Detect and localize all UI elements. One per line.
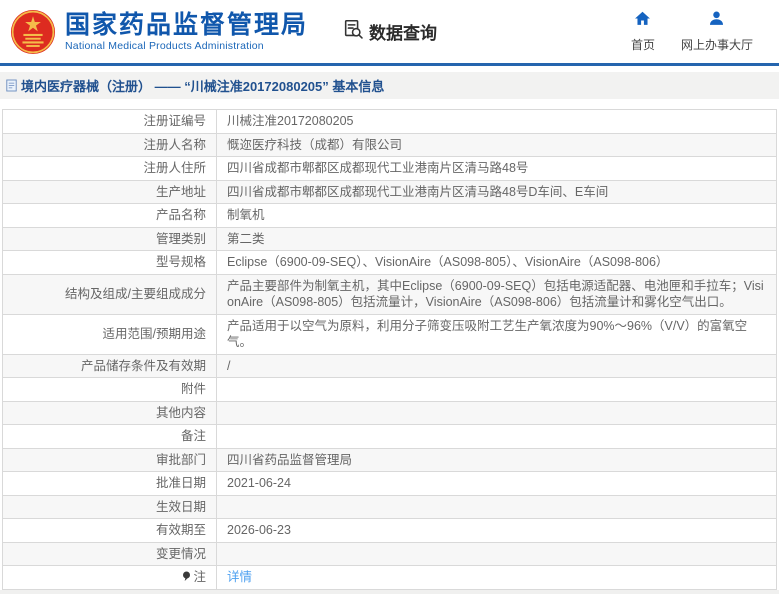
row-value: 2021-06-24 bbox=[216, 471, 777, 496]
table-row: 附件 bbox=[2, 377, 777, 402]
row-label: 审批部门 bbox=[2, 447, 217, 472]
page-title-bar: 境内医疗器械（注册） —— “川械注准20172080205” 基本信息 bbox=[0, 72, 779, 99]
nav-online-hall-label: 网上办事大厅 bbox=[680, 38, 753, 52]
row-value: 四川省成都市郫都区成都现代工业港南片区清马路48号D车间、E车间 bbox=[216, 179, 777, 204]
org-text: 国家药品监督管理局 National Medical Products Admi… bbox=[65, 10, 309, 52]
table-row: 注册证编号 川械注准20172080205 bbox=[2, 109, 777, 134]
row-label: 生效日期 bbox=[2, 494, 217, 519]
row-value bbox=[216, 424, 777, 449]
page: 国家药品监督管理局 National Medical Products Admi… bbox=[0, 0, 779, 594]
row-label: 备注 bbox=[2, 424, 217, 449]
page-title: 境内医疗器械（注册） —— “川械注准20172080205” 基本信息 bbox=[21, 79, 385, 94]
data-query-label: 数据查询 bbox=[369, 24, 438, 43]
row-value: 详情 bbox=[216, 565, 777, 590]
table-row: 注册人住所 四川省成都市郫都区成都现代工业港南片区清马路48号 bbox=[2, 156, 777, 181]
org-title: 国家药品监督管理局 bbox=[65, 10, 309, 39]
home-icon bbox=[634, 10, 651, 32]
row-label: 管理类别 bbox=[2, 226, 217, 251]
row-label: 其他内容 bbox=[2, 400, 217, 425]
registration-info-table: 注册证编号 川械注准20172080205 注册人名称 慨迩医疗科技（成都）有限公司注… bbox=[2, 109, 777, 590]
table-row: 产品名称 制氧机 bbox=[2, 203, 777, 228]
document-search-icon bbox=[342, 18, 364, 45]
table-row: 注册人名称 慨迩医疗科技（成都）有限公司 bbox=[2, 132, 777, 157]
row-label: 有效期至 bbox=[2, 518, 217, 543]
page-bottom-strip bbox=[0, 589, 779, 594]
nav-online-hall[interactable]: 网上办事大厅 bbox=[681, 10, 753, 53]
table-row: 审批部门 四川省药品监督管理局 bbox=[2, 447, 777, 472]
row-value: 产品适用于以空气为原料，利用分子筛变压吸附工艺生产氧浓度为90%～96%（V/V… bbox=[216, 313, 777, 355]
row-label: 注 bbox=[2, 565, 217, 590]
row-value: 川械注准20172080205 bbox=[216, 109, 777, 134]
row-value: 四川省成都市郫都区成都现代工业港南片区清马路48号 bbox=[216, 156, 777, 181]
row-label: 型号规格 bbox=[2, 250, 217, 275]
row-value: 四川省药品监督管理局 bbox=[216, 447, 777, 472]
details-link[interactable]: 详情 bbox=[227, 570, 252, 584]
row-label: 注册人名称 bbox=[2, 132, 217, 157]
table-row: 型号规格 Eclipse（6900-09-SEQ）、VisionAire（AS09… bbox=[2, 250, 777, 275]
document-icon bbox=[6, 79, 17, 92]
table-row: 变更情况 bbox=[2, 541, 777, 566]
row-label: 产品名称 bbox=[2, 203, 217, 228]
row-value bbox=[216, 494, 777, 519]
table-row: 注 详情 bbox=[2, 565, 777, 590]
row-value bbox=[216, 541, 777, 566]
table-row: 备注 bbox=[2, 424, 777, 449]
site-logo: 国家药品监督管理局 National Medical Products Admi… bbox=[10, 9, 308, 55]
table-row: 有效期至 2026-06-23 bbox=[2, 518, 777, 543]
table-row: 产品储存条件及有效期 / bbox=[2, 353, 777, 378]
row-label-text: 注 bbox=[193, 570, 206, 584]
table-row: 批准日期 2021-06-24 bbox=[2, 471, 777, 496]
org-subtitle: National Medical Products Administration bbox=[65, 39, 264, 52]
row-label: 附件 bbox=[2, 377, 217, 402]
row-label: 变更情况 bbox=[2, 541, 217, 566]
nav-home[interactable]: 首页 bbox=[631, 10, 655, 53]
row-value: 2026-06-23 bbox=[216, 518, 777, 543]
info-table-body: 注册证编号 川械注准20172080205 注册人名称 慨迩医疗科技（成都）有限公司注… bbox=[2, 109, 777, 590]
row-label: 批准日期 bbox=[2, 471, 217, 496]
table-row: 管理类别 第二类 bbox=[2, 226, 777, 251]
row-label: 结构及组成/主要组成成分 bbox=[2, 273, 217, 315]
table-row: 适用范围/预期用途 产品适用于以空气为原料，利用分子筛变压吸附工艺生产氧浓度为90… bbox=[2, 313, 777, 355]
top-navigation: 首页 网上办事大厅 bbox=[631, 10, 767, 53]
site-header: 国家药品监督管理局 National Medical Products Admi… bbox=[0, 0, 779, 63]
table-row: 生效日期 bbox=[2, 494, 777, 519]
row-label: 注册人住所 bbox=[2, 156, 217, 181]
row-value bbox=[216, 377, 777, 402]
row-value: 产品主要部件为制氧主机，其中Eclipse（6900-09-SEQ）包括电源适配… bbox=[216, 273, 777, 315]
table-row: 生产地址 四川省成都市郫都区成都现代工业港南片区清马路48号D车间、E车间 bbox=[2, 179, 777, 204]
row-value bbox=[216, 400, 777, 425]
row-label: 注册证编号 bbox=[2, 109, 217, 134]
row-value: 第二类 bbox=[216, 226, 777, 251]
row-label: 适用范围/预期用途 bbox=[2, 313, 217, 355]
data-query-tab[interactable]: 数据查询 bbox=[342, 18, 437, 45]
person-icon bbox=[708, 10, 725, 32]
row-label: 产品储存条件及有效期 bbox=[2, 353, 217, 378]
national-emblem-icon bbox=[10, 9, 56, 55]
row-value: / bbox=[216, 353, 777, 378]
row-value: 制氧机 bbox=[216, 203, 777, 228]
table-row: 其他内容 bbox=[2, 400, 777, 425]
table-row: 结构及组成/主要组成成分 产品主要部件为制氧主机，其中Eclipse（6900-0… bbox=[2, 273, 777, 315]
row-value: Eclipse（6900-09-SEQ）、VisionAire（AS098-80… bbox=[216, 250, 777, 275]
nav-home-label: 首页 bbox=[630, 38, 655, 52]
row-label: 生产地址 bbox=[2, 179, 217, 204]
row-value: 慨迩医疗科技（成都）有限公司 bbox=[216, 132, 777, 157]
